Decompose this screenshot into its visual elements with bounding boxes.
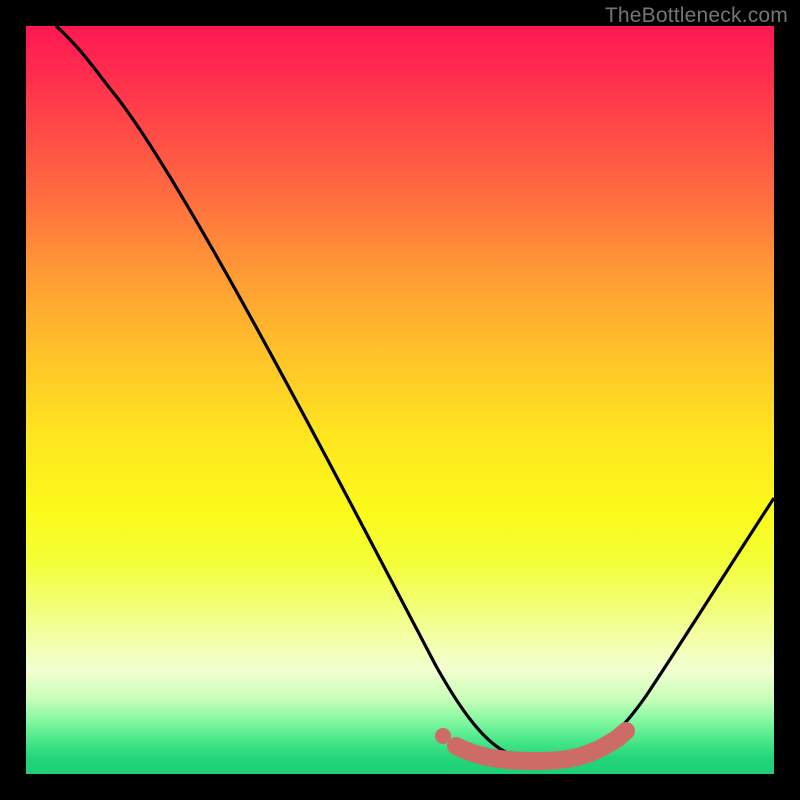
curve-overlay bbox=[26, 26, 774, 774]
plot-area bbox=[26, 26, 774, 774]
chart-frame: TheBottleneck.com bbox=[0, 0, 800, 800]
bottleneck-curve bbox=[56, 26, 774, 761]
credit-text: TheBottleneck.com bbox=[605, 4, 788, 28]
valley-highlight bbox=[456, 731, 626, 761]
valley-highlight-dot bbox=[435, 728, 451, 744]
